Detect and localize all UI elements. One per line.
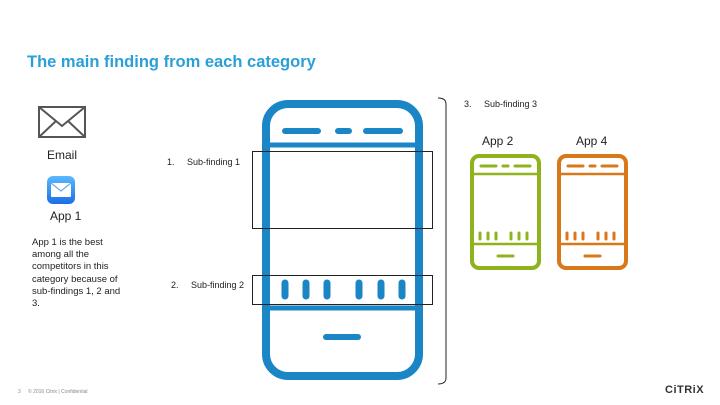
footer-copyright: © 2016 Citrix | Confidential — [28, 389, 88, 395]
sub-finding-number: 3. — [464, 99, 472, 109]
sub-finding-label: Sub-finding 1 — [187, 157, 241, 167]
app4-phone-icon — [557, 154, 628, 270]
sub-finding-3: 3. Sub-finding 3 — [464, 99, 537, 109]
sub-finding-label: Sub-finding 2 — [191, 280, 245, 290]
sub-finding-1-box — [252, 151, 433, 229]
sub-finding-2-box — [252, 275, 433, 305]
sub-finding-1: 1. Sub-finding 1 — [167, 157, 240, 167]
main-phone-icon — [262, 100, 423, 380]
sub-finding-label: Sub-finding 3 — [484, 99, 538, 109]
citrix-logo: CiTRiX — [665, 384, 705, 396]
app2-label: App 2 — [482, 134, 514, 148]
page-number: 3 — [18, 389, 21, 395]
sub-finding-2: 2. Sub-finding 2 — [171, 280, 244, 290]
app2-phone-icon — [470, 154, 541, 270]
bracket-shape — [437, 97, 447, 385]
sub-finding-number: 2. — [171, 280, 179, 290]
app4-label: App 4 — [576, 134, 608, 148]
slide: The main finding from each category Emai… — [0, 0, 720, 405]
sub-finding-number: 1. — [167, 157, 175, 167]
